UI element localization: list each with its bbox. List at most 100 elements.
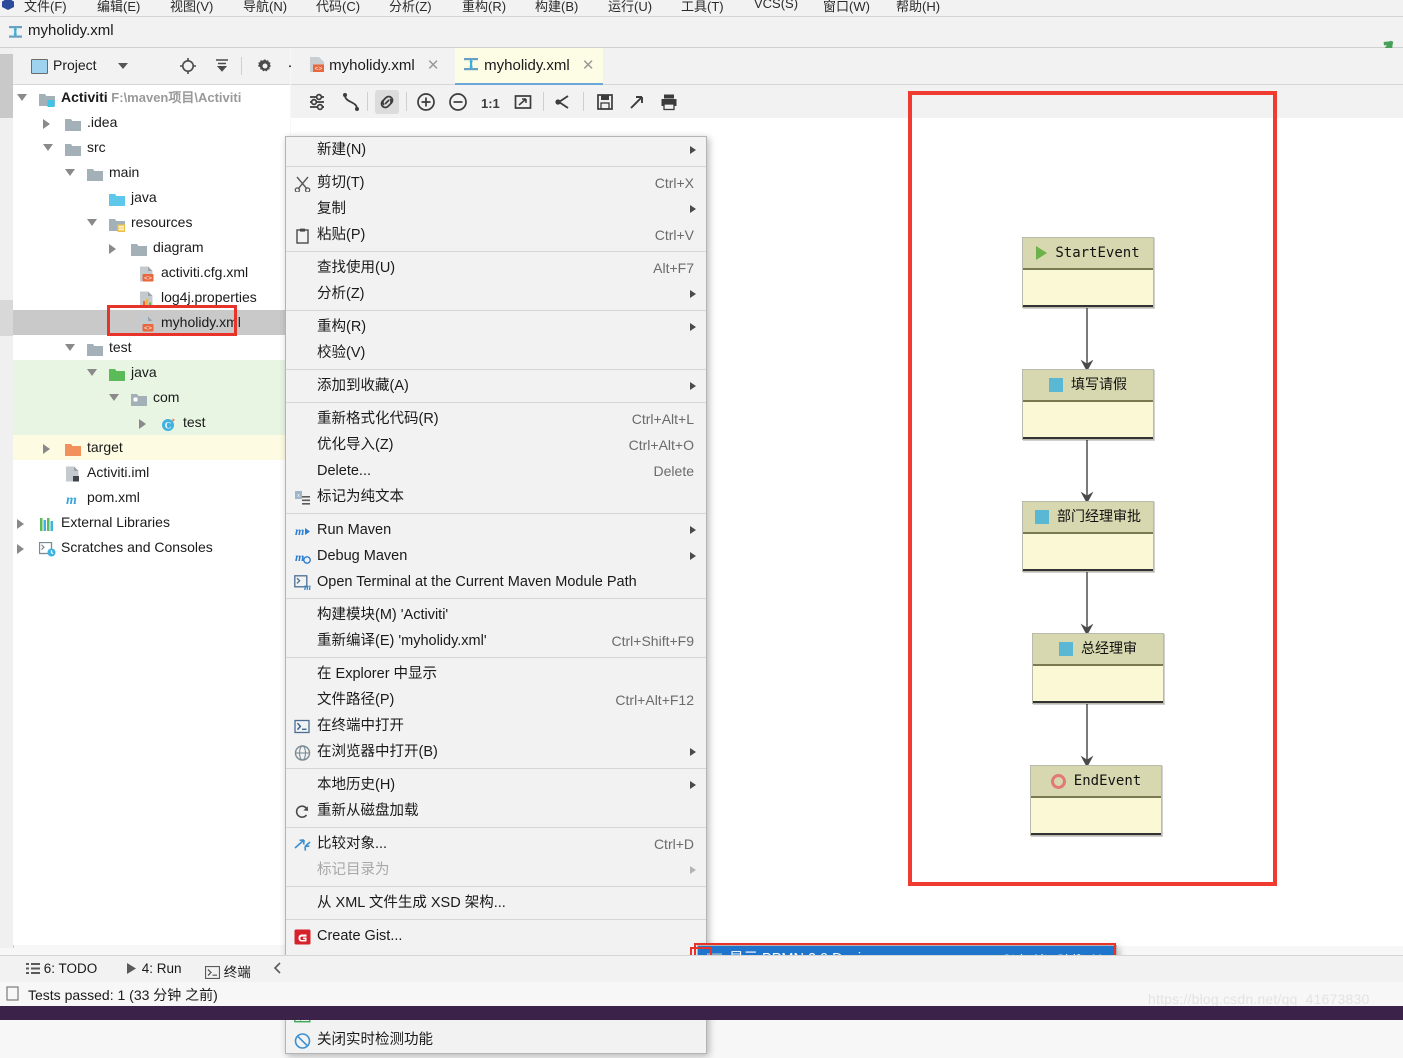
tab-myholidy-xml-designer[interactable]: myholidy.xml ✕	[455, 48, 603, 85]
context-menu-item-文件路径p[interactable]: 文件路径(P) Ctrl+Alt+F12	[286, 687, 706, 713]
zoom-out-icon[interactable]	[446, 90, 470, 114]
context-menu-item-runmaven[interactable]: m Run Maven	[286, 517, 706, 543]
context-menu-item-在终端中打开[interactable]: 在终端中打开	[286, 713, 706, 739]
tab-myholidy-xml-text[interactable]: <> myholidy.xml ✕	[301, 48, 448, 83]
save-icon[interactable]	[593, 90, 617, 114]
status-item-todo[interactable]: 6: TODO	[26, 961, 97, 978]
status-bar[interactable]: 6: TODO 4: Run 终端	[0, 955, 1403, 983]
context-menu-item-复制[interactable]: 复制	[286, 196, 706, 222]
chevron-down-icon[interactable]	[87, 219, 97, 226]
zoom-fit-icon[interactable]	[511, 90, 535, 114]
tree-item-resources[interactable]: resources	[13, 210, 290, 235]
menu-item-help[interactable]: 帮助(H)	[896, 0, 940, 15]
zoom-in-icon[interactable]	[414, 90, 438, 114]
context-menu-item-分析z[interactable]: 分析(Z)	[286, 281, 706, 307]
file-context-menu[interactable]: 新建(N) 剪切(T) Ctrl+X 复制 粘贴(P) Ctrl+V 查找使用(U) Alt+…	[285, 136, 707, 1054]
link-icon[interactable]	[375, 90, 399, 114]
tree-item-activiti.cfg.xml[interactable]: <> activiti.cfg.xml	[13, 260, 290, 285]
tree-item-.idea[interactable]: .idea	[13, 110, 290, 135]
zoom-actual-icon[interactable]: 1:1	[481, 96, 500, 111]
editor-tab-bar[interactable]: <> myholidy.xml ✕ myholidy.xml ✕	[291, 48, 1403, 85]
bpmn-node-end-event[interactable]: EndEvent	[1030, 765, 1162, 836]
menu-item-vcs[interactable]: VCS(S)	[754, 0, 798, 11]
chevron-down-icon[interactable]	[118, 63, 128, 69]
chevron-down-icon[interactable]	[65, 169, 75, 176]
chevron-down-icon[interactable]	[43, 144, 53, 151]
menu-item-file[interactable]: 文件(F)	[24, 0, 67, 15]
context-menu-item-重新从磁盘加载[interactable]: 重新从磁盘加载	[286, 798, 706, 824]
menu-item-tools[interactable]: 工具(T)	[681, 0, 724, 15]
chevron-down-icon[interactable]	[109, 394, 119, 401]
context-menu-item-在浏览器中打开b[interactable]: 在浏览器中打开(B)	[286, 739, 706, 765]
sequence-flow-icon[interactable]	[339, 90, 363, 114]
export-icon[interactable]	[625, 90, 649, 114]
chevron-right-icon[interactable]	[17, 519, 24, 529]
tree-item-externallibraries[interactable]: External Libraries	[13, 510, 290, 535]
designer-toolbar[interactable]: 1:1	[291, 85, 1403, 119]
project-tree[interactable]: Activiti F:\maven项目\Activiti .idea src main…	[13, 85, 290, 945]
context-menu-item-标记为纯文本[interactable]: x 标记为纯文本	[286, 484, 706, 510]
main-menu-bar[interactable]: 文件(F) 编辑(E) 视图(V) 导航(N) 代码(C) 分析(Z) 重构(R…	[0, 0, 1403, 17]
context-menu-item-剪切t[interactable]: 剪切(T) Ctrl+X	[286, 170, 706, 196]
menu-item-build[interactable]: 构建(B)	[535, 0, 578, 15]
chevron-down-icon[interactable]	[87, 369, 97, 376]
tree-item-scratchesandconsoles[interactable]: Scratches and Consoles	[13, 535, 290, 560]
tree-item-main[interactable]: main	[13, 160, 290, 185]
context-menu-item-本地历史h[interactable]: 本地历史(H)	[286, 772, 706, 798]
tree-item-activiti.iml[interactable]: Activiti.iml	[13, 460, 290, 485]
bpmn-node-start-event[interactable]: StartEvent	[1022, 237, 1154, 308]
chevron-right-icon[interactable]	[43, 119, 50, 129]
tree-item-target[interactable]: target	[13, 435, 290, 460]
tree-item-java[interactable]: java	[13, 360, 290, 385]
context-menu-item-新建n[interactable]: 新建(N)	[286, 137, 706, 163]
context-menu-item-openterminalatthecurrentmave[interactable]: m Open Terminal at the Current Maven Modu…	[286, 569, 706, 595]
close-icon[interactable]: ✕	[582, 57, 595, 74]
share-icon[interactable]	[551, 90, 575, 114]
context-menu-item-粘贴p[interactable]: 粘贴(P) Ctrl+V	[286, 222, 706, 248]
context-menu-item-在explorer中显示[interactable]: 在 Explorer 中显示	[286, 661, 706, 687]
chevron-right-icon[interactable]	[17, 544, 24, 554]
context-menu-item-添加到收藏a[interactable]: 添加到收藏(A)	[286, 373, 706, 399]
context-menu-item-debugmaven[interactable]: m Debug Maven	[286, 543, 706, 569]
settings-sliders-icon[interactable]	[306, 90, 330, 114]
context-menu-item-优化导入z[interactable]: 优化导入(Z) Ctrl+Alt+O	[286, 432, 706, 458]
tree-item-activiti[interactable]: Activiti F:\maven项目\Activiti	[13, 85, 290, 110]
context-menu-item-delete[interactable]: Delete... Delete	[286, 458, 706, 484]
menu-item-code[interactable]: 代码(C)	[316, 0, 360, 15]
close-icon[interactable]: ✕	[427, 57, 440, 74]
collapse-all-icon[interactable]	[213, 57, 231, 75]
tree-item-test[interactable]: Ctest	[13, 410, 290, 435]
context-menu-item-重构r[interactable]: 重构(R)	[286, 314, 706, 340]
tree-item-test[interactable]: test	[13, 335, 290, 360]
menu-item-view[interactable]: 视图(V)	[170, 0, 213, 15]
status-item-run[interactable]: 4: Run	[124, 961, 182, 978]
menu-item-refactor[interactable]: 重构(R)	[462, 0, 506, 15]
chevron-down-icon[interactable]	[65, 344, 75, 351]
tree-item-com[interactable]: com	[13, 385, 290, 410]
menu-item-analyze[interactable]: 分析(Z)	[389, 0, 432, 15]
context-menu-item-creategist[interactable]: Create Gist...	[286, 923, 706, 949]
context-menu-item-重新格式化代码r[interactable]: 重新格式化代码(R) Ctrl+Alt+L	[286, 406, 706, 432]
menu-item-edit[interactable]: 编辑(E)	[97, 0, 140, 15]
context-menu-item-从xml文件生成xsd架构[interactable]: 从 XML 文件生成 XSD 架构...	[286, 890, 706, 916]
chevron-right-icon[interactable]	[109, 244, 116, 254]
tree-item-diagram[interactable]: diagram	[13, 235, 290, 260]
status-item-terminal[interactable]: 终端	[204, 961, 251, 982]
menu-item-window[interactable]: 窗口(W)	[823, 0, 870, 15]
gear-icon[interactable]	[256, 57, 274, 75]
left-tool-strip[interactable]: 结构	[0, 48, 14, 948]
context-menu-item-校验v[interactable]: 校验(V)	[286, 340, 706, 366]
chevron-down-icon[interactable]	[17, 94, 27, 101]
bpmn-node-dept-manager-approve[interactable]: 部门经理审批	[1022, 501, 1154, 572]
tree-item-java[interactable]: java	[13, 185, 290, 210]
context-menu-item-重新编译emyholidyxml[interactable]: 重新编译(E) 'myholidy.xml' Ctrl+Shift+F9	[286, 628, 706, 654]
context-menu-item-关闭实时检测功能[interactable]: 关闭实时检测功能	[286, 1027, 706, 1053]
bpmn-node-fill-leave[interactable]: 填写请假	[1022, 369, 1154, 440]
status-collapse-icon[interactable]	[270, 961, 286, 978]
context-menu-item-查找使用u[interactable]: 查找使用(U) Alt+F7	[286, 255, 706, 281]
print-icon[interactable]	[657, 90, 681, 114]
chevron-right-icon[interactable]	[43, 444, 50, 454]
chevron-right-icon[interactable]	[139, 419, 146, 429]
bpmn-node-general-manager-approve[interactable]: 总经理审	[1032, 633, 1164, 704]
tree-item-src[interactable]: src	[13, 135, 290, 160]
